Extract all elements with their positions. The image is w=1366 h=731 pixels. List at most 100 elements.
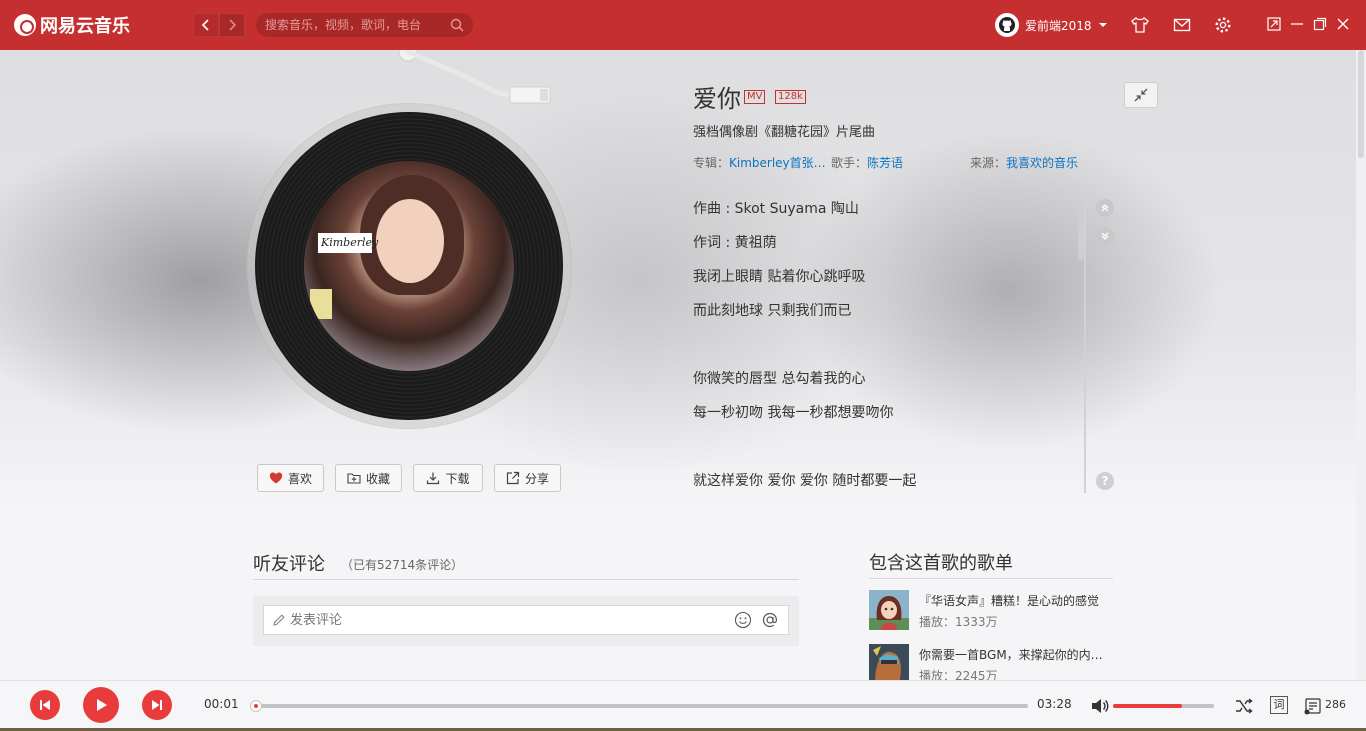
cover-stripe (310, 289, 332, 319)
comments-divider (253, 579, 799, 580)
mv-badge[interactable]: MV (744, 90, 766, 104)
search-box (256, 13, 473, 37)
playlist-plays: 播放：2245万 (919, 669, 998, 680)
chevron-left-icon (201, 19, 209, 31)
emoji-icon[interactable] (734, 611, 752, 629)
playlist-name[interactable]: 你需要一首BGM，来撑起你的内… (919, 646, 1109, 663)
mini-mode-icon[interactable] (1267, 17, 1281, 31)
current-time: 00:01 (204, 697, 239, 711)
skin-icon[interactable] (1131, 16, 1149, 34)
forward-button[interactable] (219, 13, 245, 37)
like-button[interactable]: 喜欢 (257, 464, 324, 492)
download-icon (427, 472, 440, 485)
playlist-cover-art (869, 590, 909, 630)
search-input[interactable] (256, 13, 446, 37)
download-button[interactable]: 下载 (413, 464, 483, 492)
album-link[interactable]: Kimberley首张… (729, 156, 826, 170)
volume-fill (1113, 704, 1182, 708)
share-label: 分享 (524, 471, 549, 486)
page-scrollbar-track (1356, 50, 1366, 680)
playlist-item[interactable]: 你需要一首BGM，来撑起你的内… 播放：2245万 (869, 644, 1119, 680)
username[interactable]: 爱前端2018 (1025, 17, 1092, 34)
playlist-cover-art (869, 644, 909, 680)
lyrics-up-button[interactable] (1096, 199, 1114, 217)
page-scrollbar[interactable] (1358, 50, 1364, 158)
playlist-cover[interactable] (869, 644, 909, 680)
collect-label: 收藏 (365, 471, 390, 486)
gear-icon[interactable] (1214, 16, 1232, 34)
album-label: 专辑： (693, 156, 730, 170)
pencil-icon (273, 614, 285, 626)
source-link[interactable]: 我喜欢的音乐 (1006, 156, 1078, 170)
lyric-line: 作词 : 黄祖荫 (693, 235, 777, 251)
app-logo-text: 网易云音乐 (40, 16, 130, 37)
mention-icon[interactable] (761, 611, 779, 629)
comment-input[interactable] (290, 606, 720, 634)
player-bar: 00:01 03:28 词 286 (0, 680, 1366, 731)
total-time: 03:28 (1037, 697, 1072, 711)
progress-bar[interactable] (252, 704, 1028, 708)
shrink-icon (1134, 88, 1148, 102)
minimize-icon[interactable] (1290, 17, 1304, 31)
previous-button[interactable] (30, 690, 60, 720)
lyrics-down-button[interactable] (1096, 227, 1114, 245)
netease-logo-icon (14, 14, 36, 36)
blurred-background (0, 50, 1356, 520)
source-info: 来源：我喜欢的音乐 (970, 154, 1078, 171)
playlist-queue-icon[interactable] (1303, 696, 1323, 716)
volume-slider[interactable] (1113, 704, 1214, 708)
double-chevron-down-icon (1101, 232, 1109, 240)
caret-down-icon[interactable] (1098, 20, 1108, 30)
comments-count: （已有52714条评论） (341, 558, 464, 572)
back-button[interactable] (193, 13, 219, 37)
comment-composer (253, 596, 799, 646)
lyric-line: 就这样爱你 爱你 爱你 随时都要一起 (693, 473, 917, 489)
lyric-line: 作曲 : Skot Suyama 陶山 (693, 201, 859, 217)
close-icon[interactable] (1336, 17, 1350, 31)
lyric-line: 你微笑的唇型 总勾着我的心 (693, 371, 866, 387)
mail-icon[interactable] (1173, 16, 1191, 34)
like-label: 喜欢 (287, 471, 312, 486)
user-menu[interactable]: 爱前端2018 (995, 13, 1108, 37)
next-button[interactable] (142, 690, 172, 720)
search-icon[interactable] (450, 18, 464, 32)
github-icon (999, 17, 1015, 33)
cover-face (376, 199, 444, 283)
comment-input-wrap (263, 605, 789, 635)
lyric-line: 而此刻地球 只剩我们而已 (693, 303, 852, 319)
queue-count: 286 (1325, 698, 1346, 711)
song-subtitle: 强档偶像剧《翻糖花园》片尾曲 (693, 125, 876, 140)
song-detail-page: Kimberley 喜欢 收藏 下载 分享 爱你 MV 128k 强档偶像剧《翻… (0, 50, 1356, 680)
collect-button[interactable]: 收藏 (335, 464, 402, 492)
share-button[interactable]: 分享 (494, 464, 561, 492)
source-label: 来源： (970, 156, 1007, 170)
tonearm (398, 50, 551, 104)
shuffle-icon[interactable] (1234, 696, 1254, 716)
volume-icon[interactable] (1090, 696, 1110, 716)
skip-previous-icon (40, 700, 50, 710)
double-chevron-up-icon (1101, 204, 1109, 212)
skip-next-icon (152, 700, 162, 710)
playlist-name[interactable]: 『华语女声』糟糕！是心动的感觉 (919, 592, 1109, 609)
play-button[interactable] (83, 687, 119, 723)
lyric-line: 每一秒初吻 我每一秒都想要吻你 (693, 405, 894, 421)
help-icon[interactable]: ? (1096, 472, 1114, 490)
artist-link[interactable]: 陈芳语 (867, 156, 903, 170)
lyrics-scroll-track (1084, 197, 1086, 493)
album-cover: Kimberley (304, 161, 514, 371)
progress-handle[interactable] (249, 700, 262, 712)
maximize-icon[interactable] (1313, 17, 1327, 31)
lyrics-scrollbar[interactable] (1078, 198, 1084, 260)
playlists-divider (869, 578, 1113, 579)
artist-info: 歌手：陈芳语 (831, 154, 903, 171)
song-title: 爱你 (693, 85, 741, 113)
add-folder-icon (347, 473, 361, 484)
comments-title: 听友评论 (253, 554, 325, 575)
playlist-item[interactable]: 『华语女声』糟糕！是心动的感觉 播放：1333万 (869, 590, 1119, 634)
artist-label: 歌手： (831, 156, 868, 170)
lyrics-toggle-button[interactable]: 词 (1270, 696, 1288, 714)
avatar[interactable] (995, 13, 1019, 37)
collapse-button[interactable] (1124, 82, 1158, 108)
app-logo[interactable]: 网易云音乐 (14, 13, 130, 37)
playlist-cover[interactable] (869, 590, 909, 630)
